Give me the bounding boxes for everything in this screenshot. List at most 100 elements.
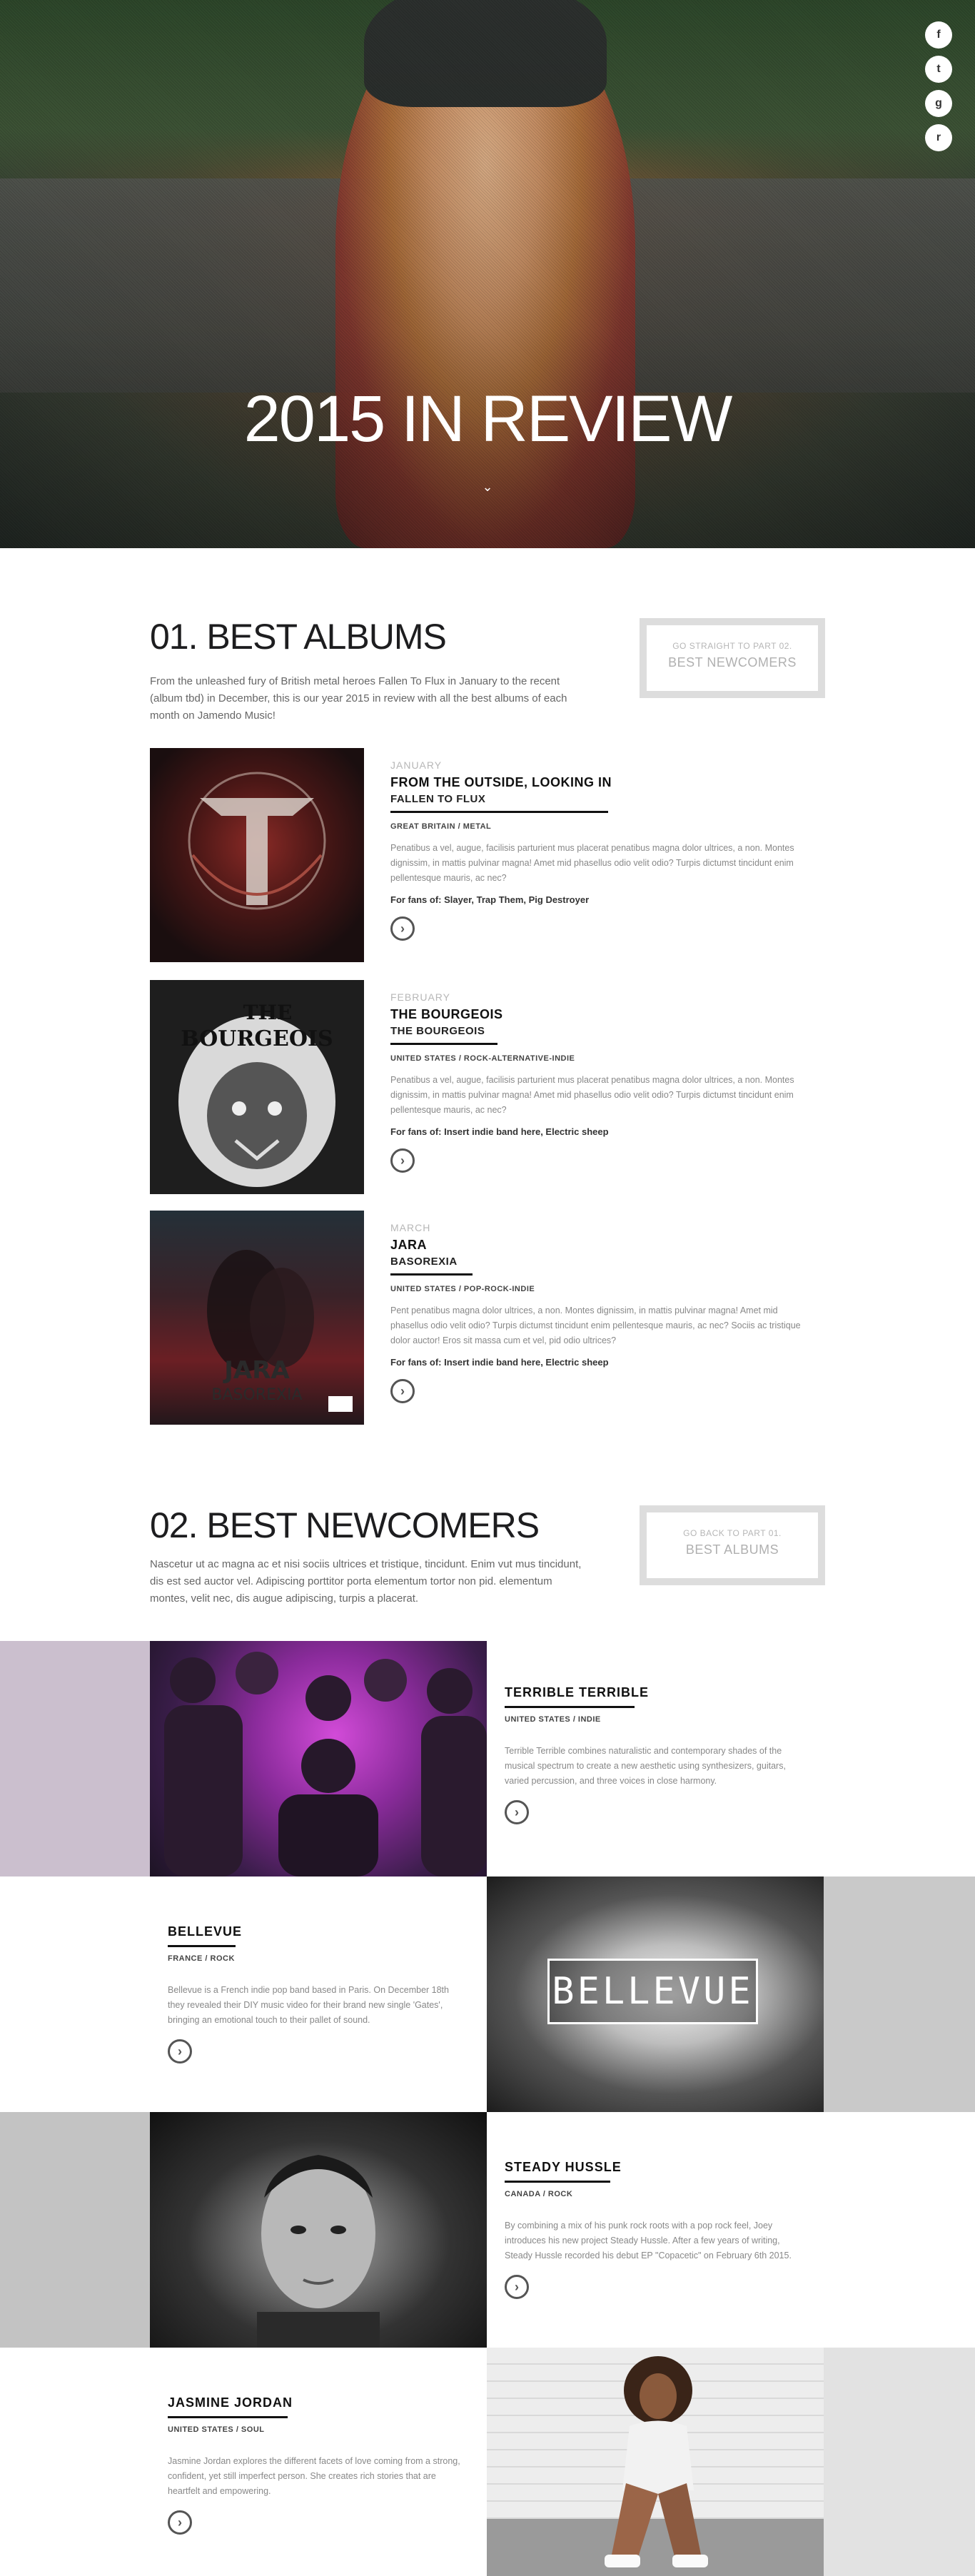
album-description: Penatibus a vel, augue, facilisis partur… <box>390 1075 794 1115</box>
band-location: CANADA / ROCK <box>505 2190 573 2198</box>
band-photo: BELLEVUE <box>487 1877 824 2112</box>
row-side-fill <box>0 2112 150 2348</box>
album-info: MARCH JARA BASOREXIA UNITED STATES / POP… <box>390 1222 803 1403</box>
row-side-fill <box>824 2348 975 2576</box>
album-cover: THE BOURGEOIS <box>150 980 364 1194</box>
band-description: Jasmine Jordan explores the different fa… <box>168 2456 460 2496</box>
newcomer-row: JASMINE JORDAN UNITED STATES / SOUL Jasm… <box>0 2348 975 2576</box>
album-title[interactable]: JARA <box>390 1238 803 1253</box>
album-artist[interactable]: FALLEN TO FLUX <box>390 793 803 805</box>
album-cover: JARA BASOREXIA <box>150 1211 364 1425</box>
name-underline <box>505 2181 610 2183</box>
album-card: THE BOURGEOIS FEBRUARY THE BOURGEOIS THE… <box>150 980 828 1194</box>
album-description: Penatibus a vel, augue, facilisis partur… <box>390 843 794 883</box>
more-arrow-icon[interactable]: › <box>168 2039 192 2064</box>
more-arrow-icon[interactable]: › <box>390 1148 415 1173</box>
album-cover-art: JARA BASOREXIA <box>207 1250 353 1412</box>
reddit-icon[interactable]: r <box>925 124 952 151</box>
jump-to-part-one-button[interactable]: GO BACK TO PART 01. BEST ALBUMS <box>640 1505 825 1585</box>
album-fans-of: For fans of: Slayer, Trap Them, Pig Dest… <box>390 894 590 905</box>
album-description: Pent penatibus magna dolor ultrices, a n… <box>390 1305 801 1345</box>
name-underline <box>505 1706 635 1708</box>
album-cover-art: THE BOURGEOIS <box>178 1001 335 1187</box>
album-info: JANUARY FROM THE OUTSIDE, LOOKING IN FAL… <box>390 759 803 941</box>
section-title: 02. BEST NEWCOMERS <box>150 1505 540 1545</box>
album-artist[interactable]: THE BOURGEOIS <box>390 1025 803 1037</box>
svg-text:BASOREXIA: BASOREXIA <box>211 1386 302 1404</box>
band-description: Terrible Terrible combines naturalistic … <box>505 1746 786 1786</box>
svg-text:THE: THE <box>243 1001 293 1024</box>
band-name[interactable]: BELLEVUE <box>168 1924 487 1939</box>
band-photo <box>487 2348 824 2576</box>
hero-overlay <box>0 0 975 548</box>
album-genre: UNITED STATES / POP-ROCK-INDIE <box>390 1285 535 1293</box>
section-title: 01. BEST ALBUMS <box>150 617 447 657</box>
name-underline <box>168 2416 288 2418</box>
band-photo-art <box>487 2356 824 2576</box>
album-genre: GREAT BRITAIN / METAL <box>390 822 492 831</box>
band-location: FRANCE / ROCK <box>168 1954 235 1963</box>
album-title[interactable]: FROM THE OUTSIDE, LOOKING IN <box>390 775 803 790</box>
album-cover <box>150 748 364 962</box>
row-side-fill <box>824 1877 975 2112</box>
best-albums-section: 01. BEST ALBUMS From the unleashed fury … <box>0 548 975 1440</box>
band-photo-art <box>257 2155 380 2348</box>
album-fans-of: For fans of: Insert indie band here, Ele… <box>390 1126 609 1137</box>
more-arrow-icon[interactable]: › <box>390 916 415 941</box>
band-description: By combining a mix of his punk rock root… <box>505 2221 792 2261</box>
hero-banner: 2015 IN REVIEW ⌄ f t g r <box>0 0 975 548</box>
band-location: UNITED STATES / INDIE <box>505 1715 601 1724</box>
band-photo-art <box>164 1652 487 1877</box>
newcomer-row: STEADY HUSSLE CANADA / ROCK By combining… <box>0 2112 975 2348</box>
title-underline <box>390 1273 473 1276</box>
social-links: f t g r <box>925 21 952 151</box>
name-underline <box>168 1945 236 1947</box>
band-photo <box>150 2112 487 2348</box>
band-location: UNITED STATES / SOUL <box>168 2425 265 2434</box>
album-month: JANUARY <box>390 759 443 771</box>
more-arrow-icon[interactable]: › <box>505 1800 529 1824</box>
album-title[interactable]: THE BOURGEOIS <box>390 1007 803 1022</box>
hero-title: 2015 IN REVIEW <box>243 383 733 455</box>
scroll-down-icon[interactable]: ⌄ <box>480 480 495 494</box>
best-albums-header: 01. BEST ALBUMS From the unleashed fury … <box>150 616 592 724</box>
jump-big-label: BEST ALBUMS <box>685 1542 779 1557</box>
band-info: STEADY HUSSLE CANADA / ROCK By combining… <box>487 2112 824 2348</box>
band-info: TERRIBLE TERRIBLE UNITED STATES / INDIE … <box>487 1641 824 1877</box>
jump-to-part-two-button[interactable]: GO STRAIGHT TO PART 02. BEST NEWCOMERS <box>640 618 825 698</box>
section-intro: Nascetur ut ac magna ac et nisi sociis u… <box>150 1558 582 1605</box>
band-logo: BELLEVUE <box>547 1959 758 2024</box>
album-genre: UNITED STATES / ROCK-ALTERNATIVE-INDIE <box>390 1054 575 1063</box>
album-month: MARCH <box>390 1222 431 1233</box>
band-name[interactable]: JASMINE JORDAN <box>168 2395 487 2410</box>
more-arrow-icon[interactable]: › <box>390 1379 415 1403</box>
svg-text:JARA: JARA <box>223 1356 290 1385</box>
album-info: FEBRUARY THE BOURGEOIS THE BOURGEOIS UNI… <box>390 991 803 1173</box>
album-card: JANUARY FROM THE OUTSIDE, LOOKING IN FAL… <box>150 748 828 962</box>
twitter-icon[interactable]: t <box>925 56 952 83</box>
facebook-icon[interactable]: f <box>925 21 952 49</box>
jump-big-label: BEST NEWCOMERS <box>668 655 797 670</box>
band-info: BELLEVUE FRANCE / ROCK Bellevue is a Fre… <box>150 1877 487 2112</box>
band-name[interactable]: TERRIBLE TERRIBLE <box>505 1685 824 1700</box>
section-intro: From the unleashed fury of British metal… <box>150 675 567 722</box>
title-underline <box>390 811 608 813</box>
album-card: JARA BASOREXIA MARCH JARA BASOREXIA UNIT… <box>150 1211 828 1425</box>
album-cover-art <box>188 772 326 910</box>
band-name[interactable]: STEADY HUSSLE <box>505 2160 824 2175</box>
newcomer-row: TERRIBLE TERRIBLE UNITED STATES / INDIE … <box>0 1641 975 1877</box>
more-arrow-icon[interactable]: › <box>505 2275 529 2299</box>
album-artist[interactable]: BASOREXIA <box>390 1256 803 1268</box>
jump-small-label: GO STRAIGHT TO PART 02. <box>672 641 792 651</box>
jump-small-label: GO BACK TO PART 01. <box>683 1528 782 1538</box>
newcomer-row: BELLEVUE FRANCE / ROCK Bellevue is a Fre… <box>0 1877 975 2112</box>
band-logo-text: BELLEVUE <box>552 1970 754 2013</box>
best-newcomers-section: 02. BEST NEWCOMERS Nascetur ut ac magna … <box>0 1440 975 2576</box>
googleplus-icon[interactable]: g <box>925 90 952 117</box>
svg-text:BOURGEOIS: BOURGEOIS <box>181 1026 333 1051</box>
band-photo <box>150 1641 487 1877</box>
album-month: FEBRUARY <box>390 991 450 1003</box>
more-arrow-icon[interactable]: › <box>168 2510 192 2535</box>
best-newcomers-header: 02. BEST NEWCOMERS Nascetur ut ac magna … <box>150 1505 592 1607</box>
band-description: Bellevue is a French indie pop band base… <box>168 1985 449 2025</box>
